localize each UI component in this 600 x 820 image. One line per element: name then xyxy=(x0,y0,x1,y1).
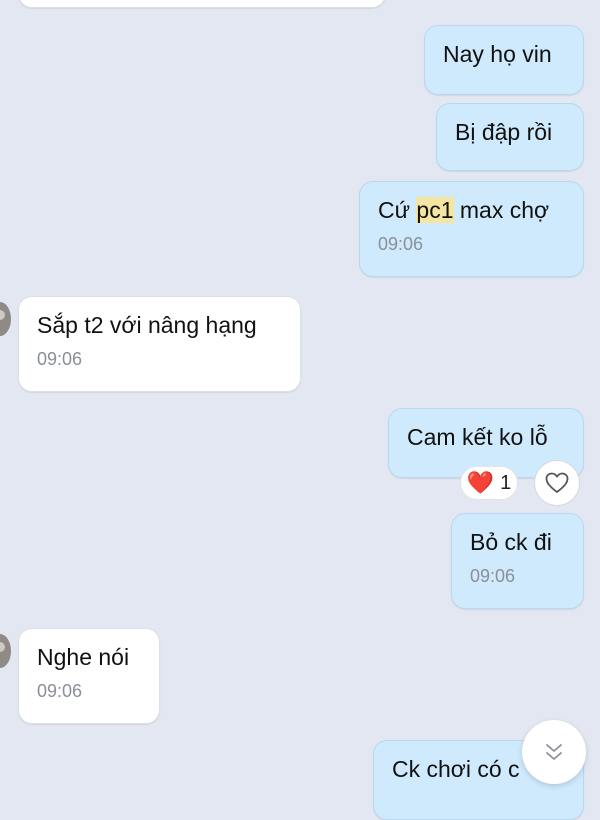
message-bubble-partial[interactable] xyxy=(18,0,386,8)
message-bubble-outgoing[interactable]: Cứ pc1 max chợ 09:06 xyxy=(359,181,584,277)
message-bubble-outgoing[interactable]: Bỏ ck đi 09:06 xyxy=(451,513,584,609)
message-time: 09:06 xyxy=(37,681,83,701)
message-text: Cứ pc1 max chợ xyxy=(378,197,550,223)
contact-avatar[interactable] xyxy=(0,634,11,668)
reaction-count: 1 xyxy=(500,471,512,494)
scroll-to-bottom-button[interactable] xyxy=(522,720,586,784)
message-text: Nay họ vin xyxy=(443,41,552,67)
message-bubble-outgoing[interactable]: Bị đập rồi xyxy=(436,103,584,171)
message-text: Cam kết ko lỗ xyxy=(407,424,548,450)
message-bubble-incoming[interactable]: Nghe nói 09:06 xyxy=(18,628,160,724)
message-time: 09:06 xyxy=(378,234,424,254)
contact-avatar[interactable] xyxy=(0,302,11,336)
message-bubble-incoming[interactable]: Sắp t2 với nâng hạng 09:06 xyxy=(18,296,301,392)
message-text: Nghe nói xyxy=(37,644,130,670)
message-time: 09:06 xyxy=(470,566,516,586)
double-chevron-down-icon xyxy=(546,744,562,760)
message-text: Bị đập rồi xyxy=(455,119,553,145)
highlighted-text: pc1 xyxy=(416,197,454,223)
message-time: 09:06 xyxy=(37,349,83,369)
message-bubble-outgoing[interactable]: Nay họ vin xyxy=(424,25,584,95)
message-text: Ck chơi có c xyxy=(392,756,520,782)
red-heart-icon: ❤️ xyxy=(466,470,495,495)
message-text: Sắp t2 với nâng hạng xyxy=(37,312,257,338)
heart-outline-icon xyxy=(545,472,569,493)
react-heart-button[interactable] xyxy=(534,460,580,506)
message-text: Bỏ ck đi xyxy=(470,529,552,555)
reaction-badge[interactable]: ❤️ 1 xyxy=(460,466,518,500)
